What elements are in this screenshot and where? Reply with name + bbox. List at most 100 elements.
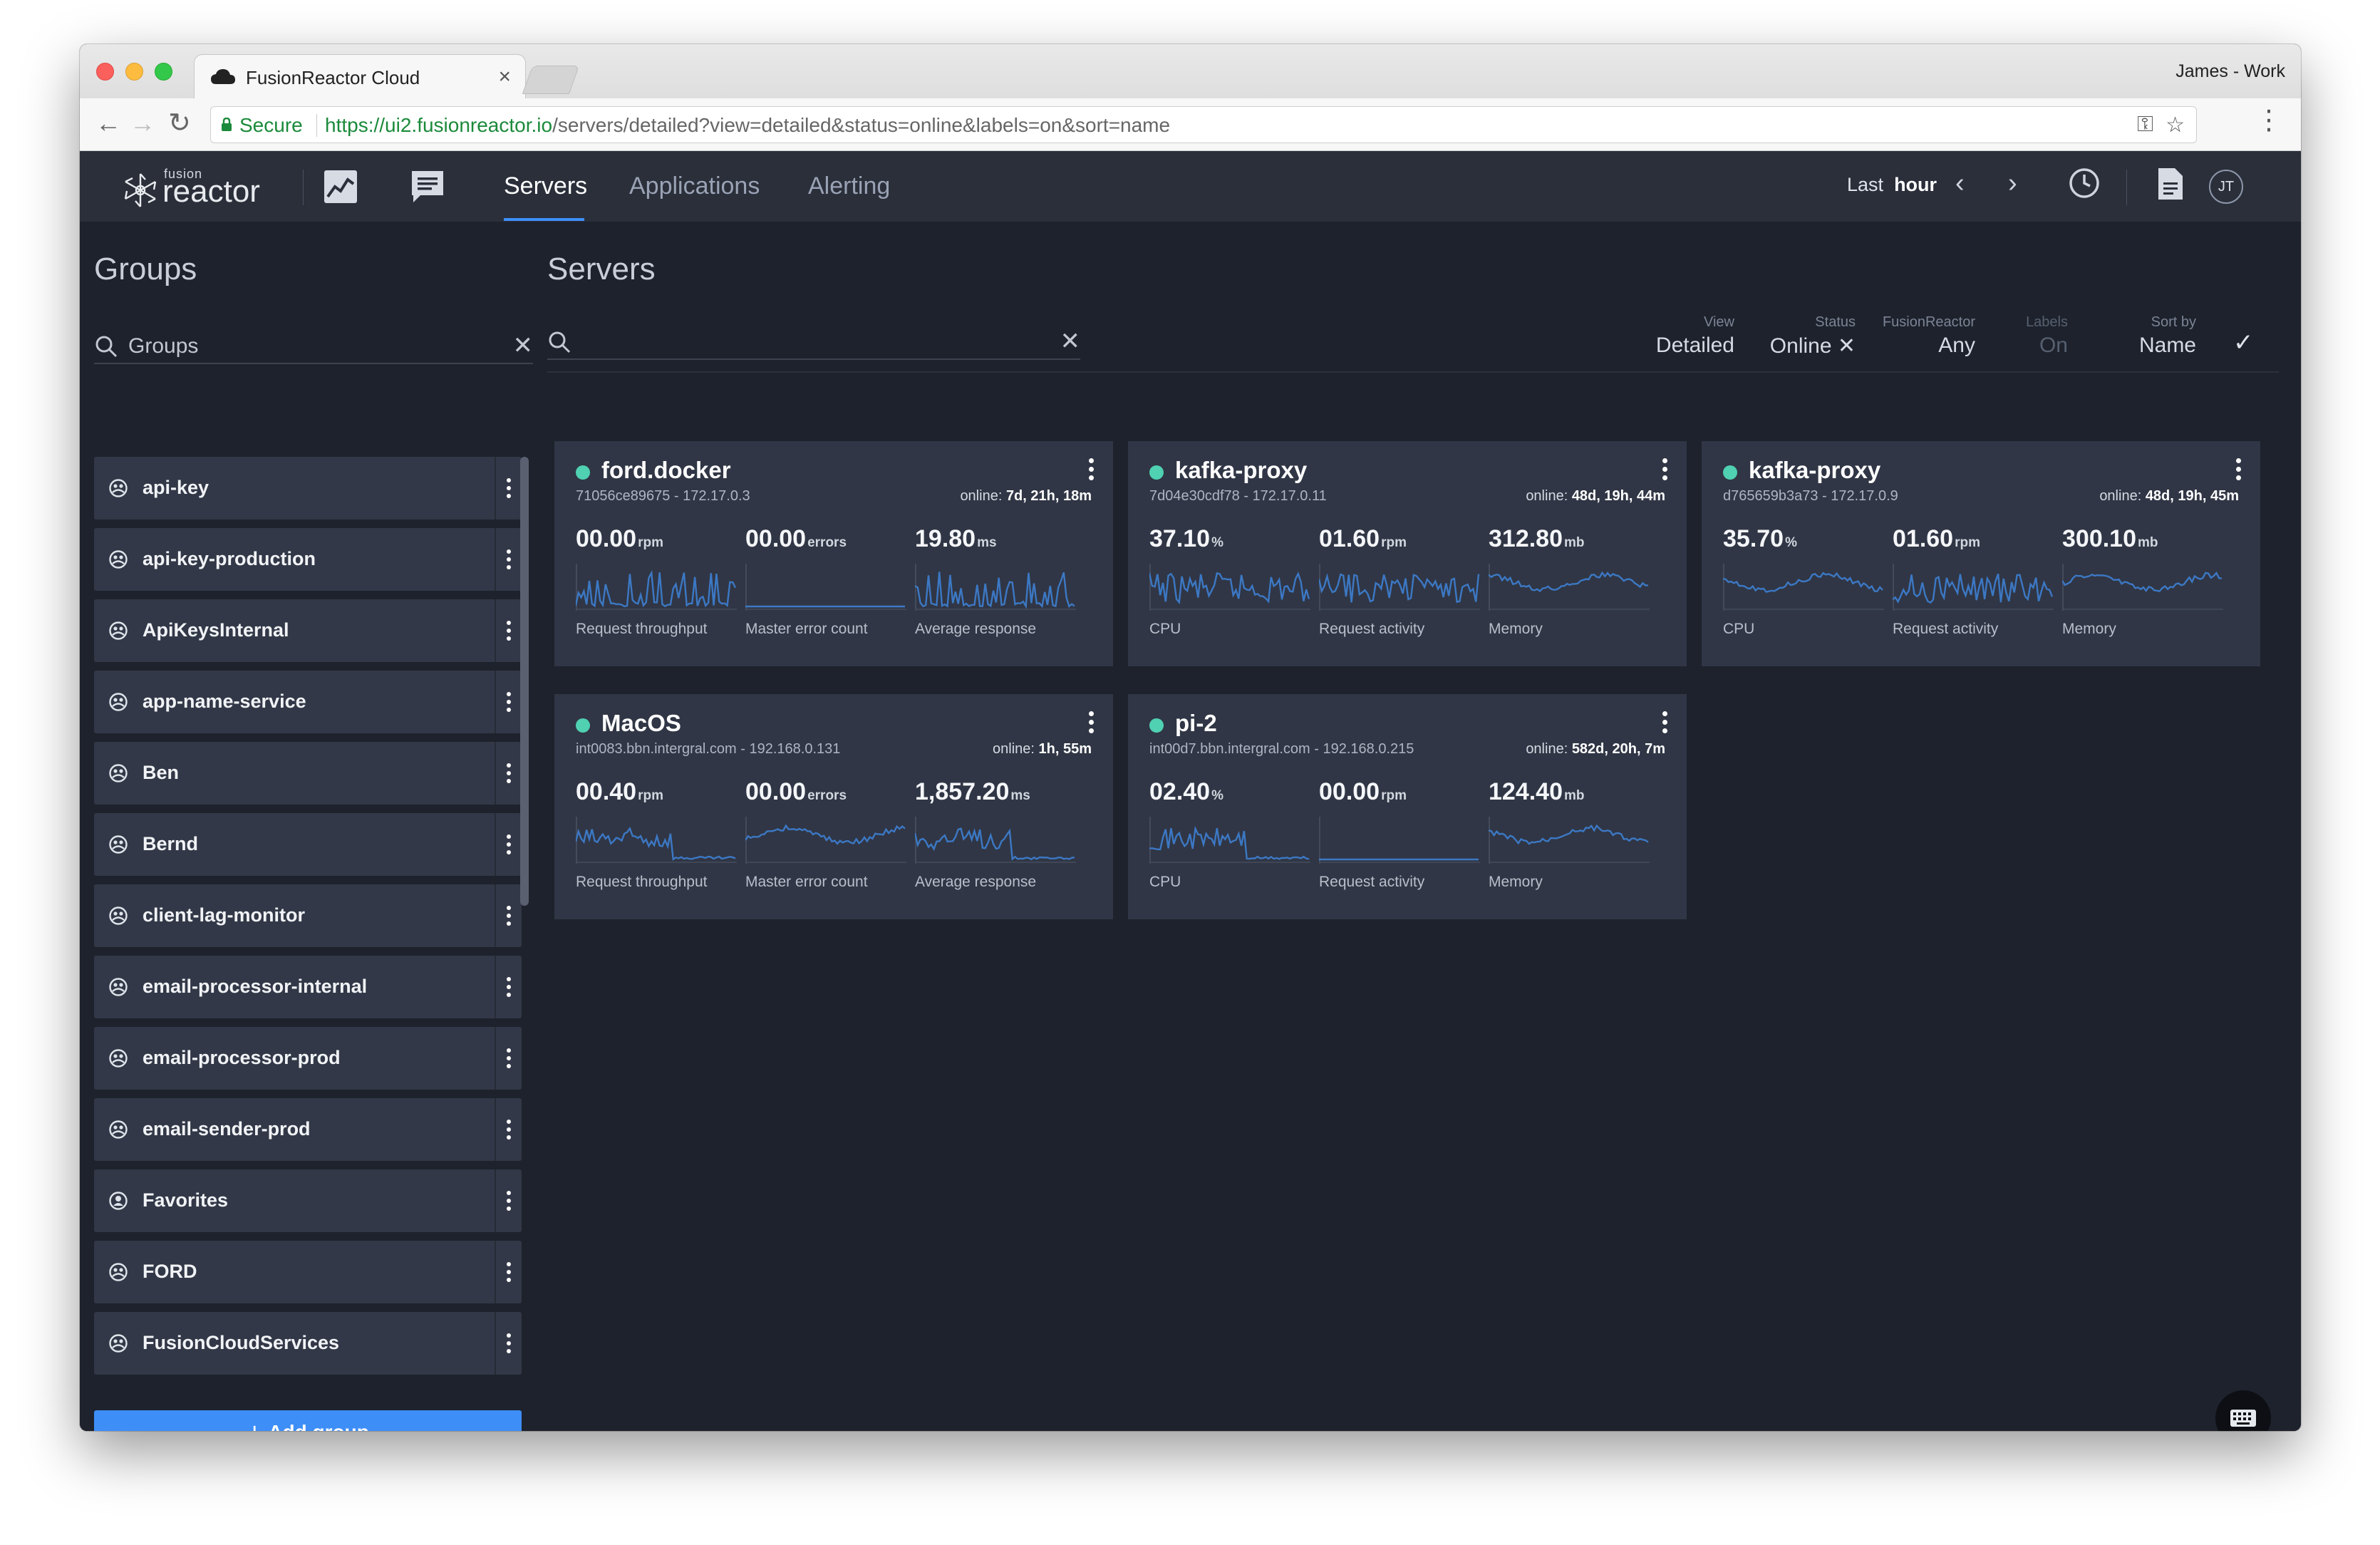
- window-minimize-button[interactable]: [125, 63, 143, 81]
- server-menu-icon[interactable]: [1089, 458, 1095, 484]
- server-name[interactable]: ford.docker: [601, 457, 731, 484]
- next-range-icon[interactable]: ›: [2008, 168, 2017, 199]
- add-group-button[interactable]: + Add group: [94, 1410, 522, 1431]
- time-range-selector[interactable]: Last hour: [1847, 174, 1937, 196]
- server-menu-icon[interactable]: [1662, 711, 1668, 737]
- metric[interactable]: 00.40 rpm Request throughput: [576, 778, 745, 899]
- clear-icon[interactable]: ✕: [513, 331, 534, 360]
- group-item[interactable]: Favorites: [94, 1169, 522, 1232]
- group-item-label: api-key: [143, 477, 209, 498]
- group-menu-icon[interactable]: [495, 884, 522, 947]
- clear-icon[interactable]: ✕: [1060, 327, 1081, 356]
- groups-search-input[interactable]: Groups ✕: [94, 330, 533, 364]
- server-card[interactable]: pi-2 int00d7.bbn.intergral.com - 192.168.…: [1128, 694, 1687, 919]
- server-name[interactable]: MacOS: [601, 710, 681, 737]
- star-icon[interactable]: ☆: [2166, 113, 2185, 138]
- server-name[interactable]: pi-2: [1175, 710, 1217, 737]
- clock-icon[interactable]: [2068, 167, 2101, 200]
- group-item[interactable]: FusionCloudServices: [94, 1312, 522, 1375]
- group-menu-icon[interactable]: [495, 457, 522, 520]
- document-icon[interactable]: [2156, 167, 2185, 201]
- group-item-label: Bernd: [143, 833, 199, 854]
- group-menu-icon[interactable]: [495, 742, 522, 805]
- filter-status[interactable]: Status Online ✕: [1754, 314, 1856, 358]
- servers-search-input[interactable]: ✕: [547, 327, 1080, 360]
- metric[interactable]: 19.80 ms Average response: [915, 525, 1085, 646]
- filter-view[interactable]: View Detailed: [1642, 314, 1734, 358]
- metric[interactable]: 00.00 rpm Request activity: [1319, 778, 1489, 899]
- fusionreactor-logo[interactable]: fusion reactor: [121, 164, 278, 210]
- group-item[interactable]: api-key: [94, 457, 522, 520]
- group-item[interactable]: email-processor-prod: [94, 1027, 522, 1090]
- group-item[interactable]: email-processor-internal: [94, 956, 522, 1018]
- window-zoom-button[interactable]: [155, 63, 172, 81]
- server-card[interactable]: MacOS int0083.bbn.intergral.com - 192.168…: [554, 694, 1113, 919]
- group-item[interactable]: Ben: [94, 742, 522, 805]
- group-item[interactable]: client-lag-monitor: [94, 884, 522, 947]
- keyboard-shortcuts-button[interactable]: [2215, 1390, 2271, 1431]
- window-close-button[interactable]: [96, 63, 114, 81]
- group-menu-icon[interactable]: [495, 1027, 522, 1090]
- metric[interactable]: 02.40% CPU: [1149, 778, 1319, 899]
- previous-range-icon[interactable]: ‹: [1955, 168, 1965, 199]
- metric[interactable]: 124.40 mb Memory: [1489, 778, 1658, 899]
- metric[interactable]: 1,857.20 ms Average response: [915, 778, 1085, 899]
- address-bar[interactable]: Secure https://ui2.fusionreactor.io/serv…: [210, 106, 2197, 143]
- dashboard-chart-icon[interactable]: [322, 168, 359, 205]
- group-menu-icon[interactable]: [495, 1169, 522, 1232]
- forward-icon[interactable]: →: [130, 108, 155, 138]
- group-list-scrollbar[interactable]: [520, 457, 529, 906]
- groups-search-placeholder: Groups: [128, 334, 199, 358]
- metric[interactable]: 00.00 errors Master error count: [745, 525, 915, 646]
- metric[interactable]: 312.80 mb Memory: [1489, 525, 1658, 646]
- group-menu-icon[interactable]: [495, 1241, 522, 1303]
- browser-tab[interactable]: FusionReactor Cloud ×: [194, 54, 526, 98]
- tab-servers[interactable]: Servers: [504, 172, 587, 200]
- group-item[interactable]: ApiKeysInternal: [94, 599, 522, 662]
- user-avatar[interactable]: JT: [2209, 170, 2243, 204]
- back-icon[interactable]: ←: [95, 108, 121, 138]
- server-card[interactable]: kafka-proxy 7d04e30cdf78 - 172.17.0.11 onl…: [1128, 441, 1687, 666]
- url-text[interactable]: https://ui2.fusionreactor.io/servers/det…: [325, 114, 1170, 137]
- messages-icon[interactable]: [409, 168, 446, 205]
- group-item[interactable]: FORD: [94, 1241, 522, 1303]
- filter-fusionreactor[interactable]: FusionReactor Any: [1875, 314, 1975, 358]
- pin-icon[interactable]: ✓: [2233, 329, 2254, 357]
- group-menu-icon[interactable]: [495, 956, 522, 1018]
- group-item[interactable]: api-key-production: [94, 528, 522, 591]
- metric[interactable]: 35.70% CPU: [1723, 525, 1893, 646]
- group-menu-icon[interactable]: [495, 1312, 522, 1375]
- metric[interactable]: 37.10% CPU: [1149, 525, 1319, 646]
- group-menu-icon[interactable]: [495, 528, 522, 591]
- group-item[interactable]: email-sender-prod: [94, 1098, 522, 1161]
- group-item[interactable]: app-name-service: [94, 671, 522, 733]
- server-menu-icon[interactable]: [2236, 458, 2242, 484]
- tab-alerting[interactable]: Alerting: [808, 172, 890, 200]
- metric[interactable]: 01.60 rpm Request activity: [1319, 525, 1489, 646]
- group-icon: [109, 1334, 128, 1353]
- server-card[interactable]: ford.docker 71056ce89675 - 172.17.0.3 onli…: [554, 441, 1113, 666]
- profile-name[interactable]: James - Work: [2175, 61, 2285, 82]
- tab-applications[interactable]: Applications: [629, 172, 760, 200]
- browser-menu-icon[interactable]: ⋮: [2255, 107, 2282, 134]
- group-menu-icon[interactable]: [495, 599, 522, 662]
- metric[interactable]: 00.00 errors Master error count: [745, 778, 915, 899]
- filter-labels[interactable]: Labels On: [2004, 314, 2068, 358]
- server-menu-icon[interactable]: [1089, 711, 1095, 737]
- reload-icon[interactable]: ↻: [168, 107, 191, 139]
- group-menu-icon[interactable]: [495, 671, 522, 733]
- group-menu-icon[interactable]: [495, 1098, 522, 1161]
- new-tab-button[interactable]: [522, 66, 580, 94]
- server-name[interactable]: kafka-proxy: [1175, 457, 1307, 484]
- group-item[interactable]: Bernd: [94, 813, 522, 876]
- metric[interactable]: 01.60 rpm Request activity: [1893, 525, 2062, 646]
- metric[interactable]: 00.00 rpm Request throughput: [576, 525, 745, 646]
- filter-sort[interactable]: Sort by Name: [2111, 314, 2196, 358]
- group-menu-icon[interactable]: [495, 813, 522, 876]
- server-card[interactable]: kafka-proxy d765659b3a73 - 172.17.0.9 onli…: [1702, 441, 2260, 666]
- server-name[interactable]: kafka-proxy: [1749, 457, 1880, 484]
- tab-close-icon[interactable]: ×: [498, 65, 511, 89]
- key-icon[interactable]: ⚿: [2137, 113, 2153, 137]
- metric[interactable]: 300.10 mb Memory: [2062, 525, 2232, 646]
- server-menu-icon[interactable]: [1662, 458, 1668, 484]
